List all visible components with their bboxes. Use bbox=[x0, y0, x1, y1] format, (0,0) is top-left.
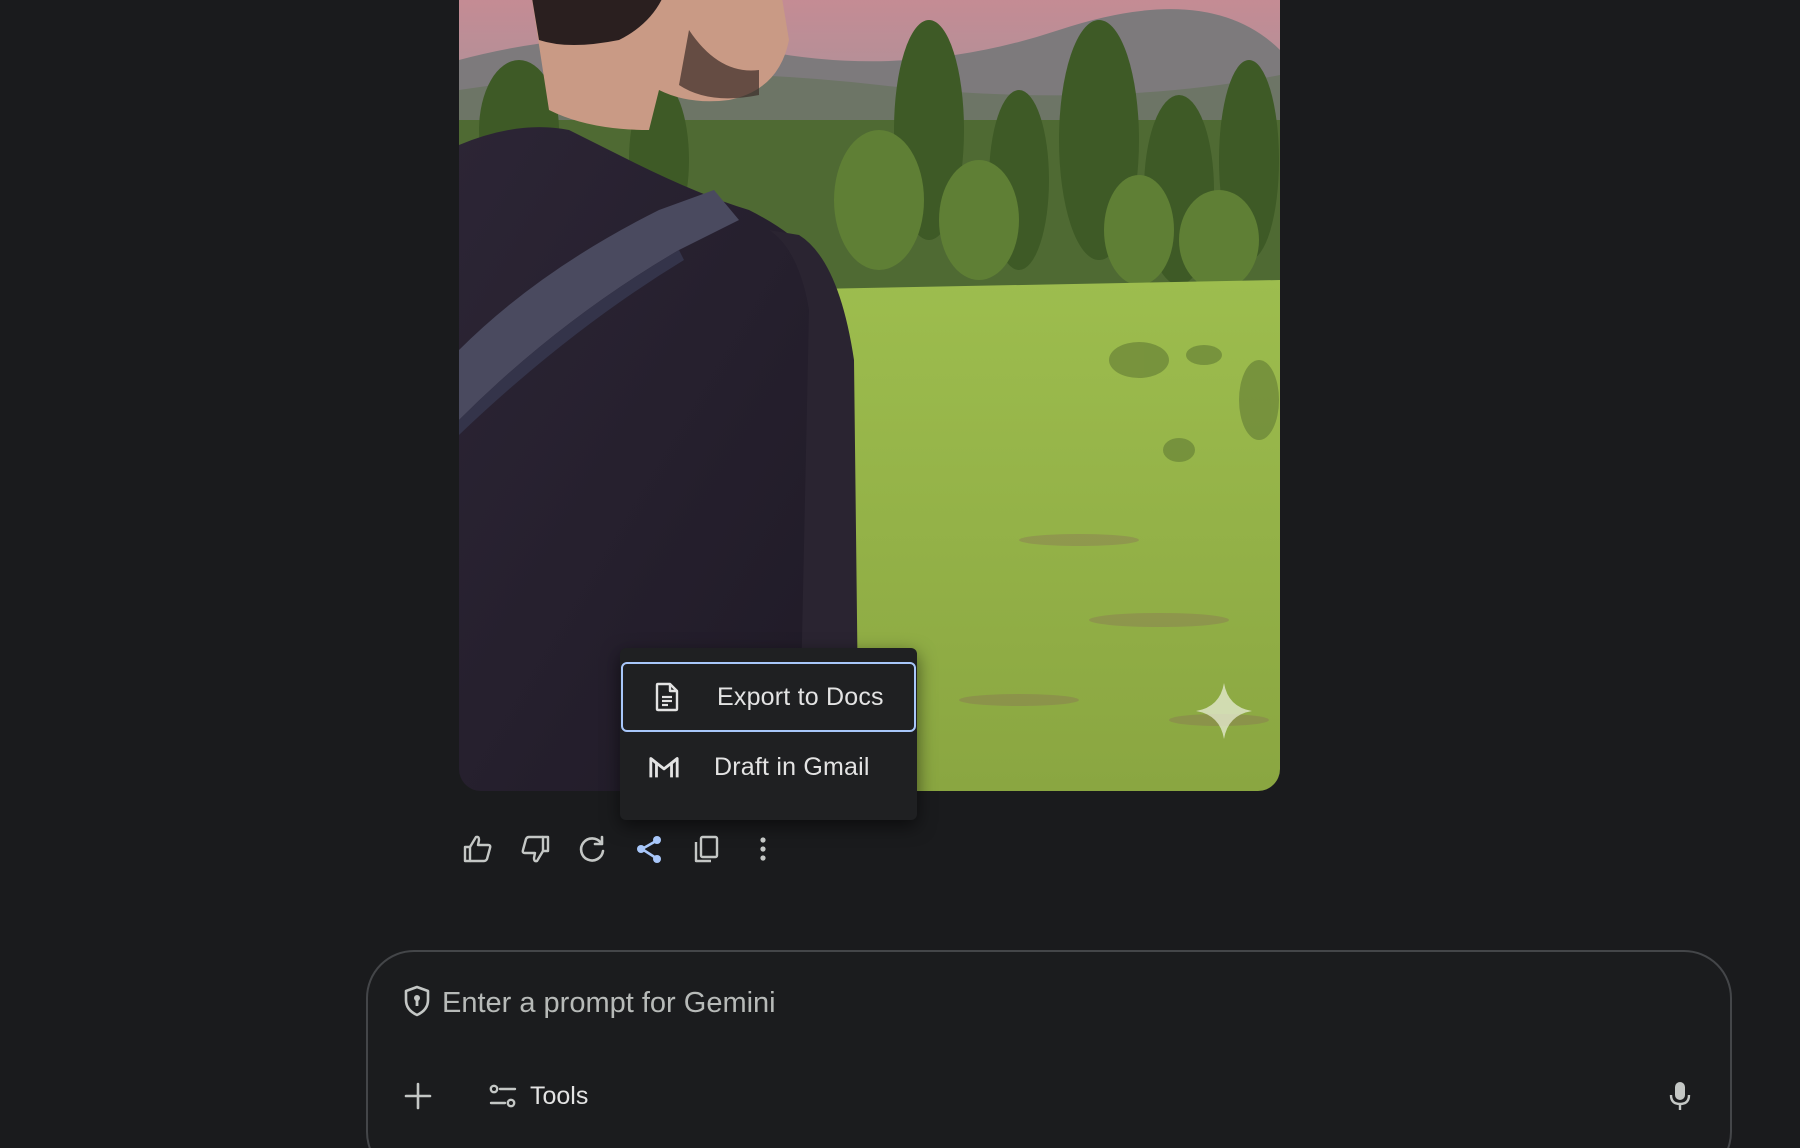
export-to-docs-item[interactable]: Export to Docs bbox=[621, 662, 916, 732]
refresh-icon bbox=[579, 835, 605, 862]
share-button[interactable] bbox=[627, 827, 671, 871]
tools-icon bbox=[489, 1084, 517, 1108]
tools-label: Tools bbox=[530, 1081, 589, 1110]
regenerate-button[interactable] bbox=[570, 827, 614, 871]
share-menu: Export to Docs Draft in Gmail bbox=[620, 648, 917, 820]
thumbs-up-button[interactable] bbox=[456, 827, 500, 871]
thumb-down-icon bbox=[521, 835, 550, 863]
add-files-button[interactable] bbox=[396, 1074, 440, 1118]
gmail-icon bbox=[648, 751, 680, 783]
draft-in-gmail-item[interactable]: Draft in Gmail bbox=[620, 732, 917, 802]
prompt-row bbox=[402, 984, 1342, 1023]
thumbs-down-button[interactable] bbox=[513, 827, 557, 871]
tools-button[interactable]: Tools bbox=[488, 1072, 588, 1120]
microphone-button[interactable] bbox=[1656, 1072, 1704, 1120]
response-actions bbox=[456, 827, 798, 871]
shield-icon bbox=[402, 984, 432, 1023]
docs-icon bbox=[651, 681, 683, 713]
microphone-icon bbox=[1669, 1082, 1691, 1110]
draft-in-gmail-label: Draft in Gmail bbox=[714, 752, 870, 781]
more-vert-icon bbox=[760, 837, 766, 861]
prompt-box: Tools bbox=[366, 950, 1732, 1148]
plus-icon bbox=[404, 1082, 432, 1110]
export-to-docs-label: Export to Docs bbox=[717, 682, 884, 711]
copy-icon bbox=[694, 835, 719, 863]
thumb-up-icon bbox=[463, 835, 492, 863]
share-icon bbox=[637, 836, 661, 863]
copy-button[interactable] bbox=[684, 827, 728, 871]
gemini-chat-page: Export to Docs Draft in Gmail Enter a pr… bbox=[0, 0, 1800, 1148]
prompt-input[interactable] bbox=[442, 987, 1342, 1020]
more-options-button[interactable] bbox=[741, 827, 785, 871]
